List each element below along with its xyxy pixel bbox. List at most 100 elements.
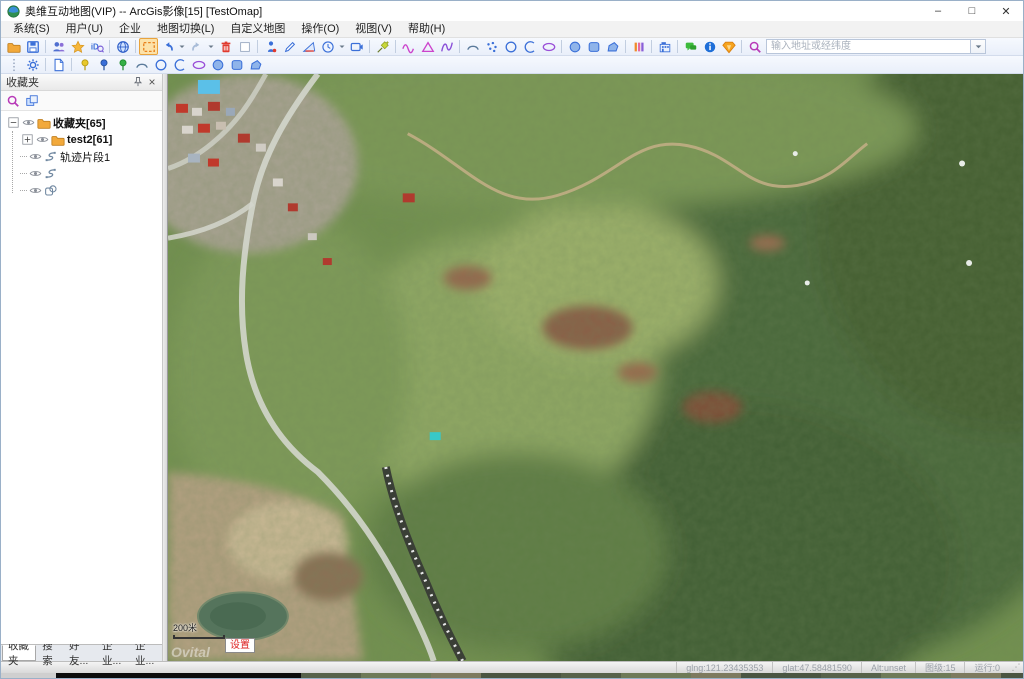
collapse-box-icon[interactable] (6, 115, 21, 130)
filled-roundrect-button[interactable] (584, 38, 603, 55)
open-arc-tool-button[interactable] (170, 56, 189, 73)
filled-circle-button[interactable] (565, 38, 584, 55)
tree-item-label: test2[61] (67, 134, 112, 146)
visibility-eye-icon[interactable] (28, 183, 43, 198)
open-arc-button[interactable] (520, 38, 539, 55)
manage-folder-button[interactable] (4, 38, 23, 55)
close-button[interactable]: ✕ (989, 1, 1023, 21)
clear-selection-button[interactable] (235, 38, 254, 55)
tab-friends[interactable]: 好友... (63, 645, 96, 661)
ellipse-button[interactable] (539, 38, 558, 55)
bars-button[interactable] (629, 38, 648, 55)
visibility-eye-icon[interactable] (28, 166, 43, 181)
shapes-icon (43, 183, 58, 198)
save-button[interactable] (23, 38, 42, 55)
menu-map-switch[interactable]: 地图切换(L) (149, 21, 222, 38)
placemark-button[interactable] (261, 38, 280, 55)
filled-polygon-button[interactable] (603, 38, 622, 55)
vip-gem-button[interactable] (719, 38, 738, 55)
tree-item-favorites-root[interactable]: 收藏夹[65] (1, 114, 162, 131)
menu-view[interactable]: 视图(V) (347, 21, 400, 38)
search-history-dropdown[interactable] (971, 39, 986, 54)
search-button[interactable] (745, 38, 764, 55)
toolbar-separator (625, 40, 626, 53)
tab-enterprise-2[interactable]: 企业... (129, 645, 162, 661)
redo-button[interactable] (187, 38, 206, 55)
tab-search[interactable]: 搜索 (36, 645, 63, 661)
toolbar-separator (561, 40, 562, 53)
map-canvas[interactable]: 200米 设置 Ovital (168, 74, 1023, 661)
menu-operation[interactable]: 操作(O) (293, 21, 347, 38)
toolbar-separator (459, 40, 460, 53)
new-page-button[interactable] (49, 56, 68, 73)
dart-pin-button[interactable] (373, 38, 392, 55)
measure-button[interactable] (299, 38, 318, 55)
menu-custom-map[interactable]: 自定义地图 (222, 21, 293, 38)
menu-enterprise[interactable]: 企业 (111, 21, 149, 38)
friends-button[interactable] (49, 38, 68, 55)
redo-dropdown[interactable] (206, 38, 216, 55)
map-scale-bar: 200米 (173, 621, 225, 639)
ellipse-tool-button[interactable] (189, 56, 208, 73)
circle-tool-button[interactable] (151, 56, 170, 73)
resize-grip[interactable]: ⋰ (1009, 662, 1023, 673)
filled-polygon-tool-button[interactable] (246, 56, 265, 73)
menu-bar: 系统(S) 用户(U) 企业 地图切换(L) 自定义地图 操作(O) 视图(V)… (1, 21, 1023, 38)
tree-item-shapes-unnamed[interactable] (1, 182, 162, 199)
panel-search-button[interactable] (3, 92, 22, 109)
camera-button[interactable] (347, 38, 366, 55)
visibility-eye-icon[interactable] (21, 115, 36, 130)
history-button[interactable] (318, 38, 337, 55)
favorites-panel: 收藏夹 × 收藏夹[65] test2[61] (1, 74, 163, 661)
delete-button[interactable] (216, 38, 235, 55)
tree-item-test2[interactable]: test2[61] (1, 131, 162, 148)
chat-button[interactable] (681, 38, 700, 55)
panel-close-icon[interactable]: × (145, 75, 159, 89)
toolbar-separator (677, 40, 678, 53)
pin-green-button[interactable] (113, 56, 132, 73)
arc-button[interactable] (463, 38, 482, 55)
undo-button[interactable] (158, 38, 177, 55)
expand-box-icon[interactable] (20, 132, 35, 147)
visibility-eye-icon[interactable] (35, 132, 50, 147)
menu-system[interactable]: 系统(S) (5, 21, 58, 38)
pin-yellow-button[interactable] (75, 56, 94, 73)
curve-button[interactable] (437, 38, 456, 55)
map-settings-button[interactable]: 设置 (225, 638, 255, 653)
pin-blue-button[interactable] (94, 56, 113, 73)
maximize-button[interactable]: □ (955, 1, 989, 21)
area-select-button[interactable] (139, 38, 158, 55)
arc-tool-button[interactable] (132, 56, 151, 73)
tree-item-label: 收藏夹[65] (53, 115, 106, 131)
minimize-button[interactable]: – (921, 1, 955, 21)
tree-stub (20, 156, 27, 157)
tab-favorites[interactable]: 收藏夹 (2, 645, 36, 661)
panel-layers-button[interactable] (22, 92, 41, 109)
menu-help[interactable]: 帮助(H) (400, 21, 453, 38)
visibility-eye-icon[interactable] (28, 149, 43, 164)
tree-item-track-segment[interactable]: 轨迹片段1 (1, 148, 162, 165)
filled-roundrect-tool-button[interactable] (227, 56, 246, 73)
settings-gear-button[interactable] (23, 56, 42, 73)
wave-line-button[interactable] (399, 38, 418, 55)
triangle-button[interactable] (418, 38, 437, 55)
info-button[interactable] (700, 38, 719, 55)
address-search-input[interactable] (766, 39, 971, 54)
main-toolbar-tools: iD (4, 38, 764, 55)
filled-circle-tool-button[interactable] (208, 56, 227, 73)
toolbar-separator (135, 40, 136, 53)
circle-button[interactable] (501, 38, 520, 55)
undo-dropdown[interactable] (177, 38, 187, 55)
dock-pin-icon[interactable] (131, 75, 145, 89)
id-search-button[interactable]: iD (87, 38, 106, 55)
tree-item-track-unnamed[interactable] (1, 165, 162, 182)
tree-item-label: 轨迹片段1 (60, 149, 110, 165)
menu-user[interactable]: 用户(U) (58, 21, 111, 38)
building-button[interactable] (655, 38, 674, 55)
scatter-button[interactable] (482, 38, 501, 55)
globe-button[interactable] (113, 38, 132, 55)
tab-enterprise-1[interactable]: 企业... (96, 645, 129, 661)
history-dropdown[interactable] (337, 38, 347, 55)
draw-pencil-button[interactable] (280, 38, 299, 55)
favorites-button[interactable] (68, 38, 87, 55)
